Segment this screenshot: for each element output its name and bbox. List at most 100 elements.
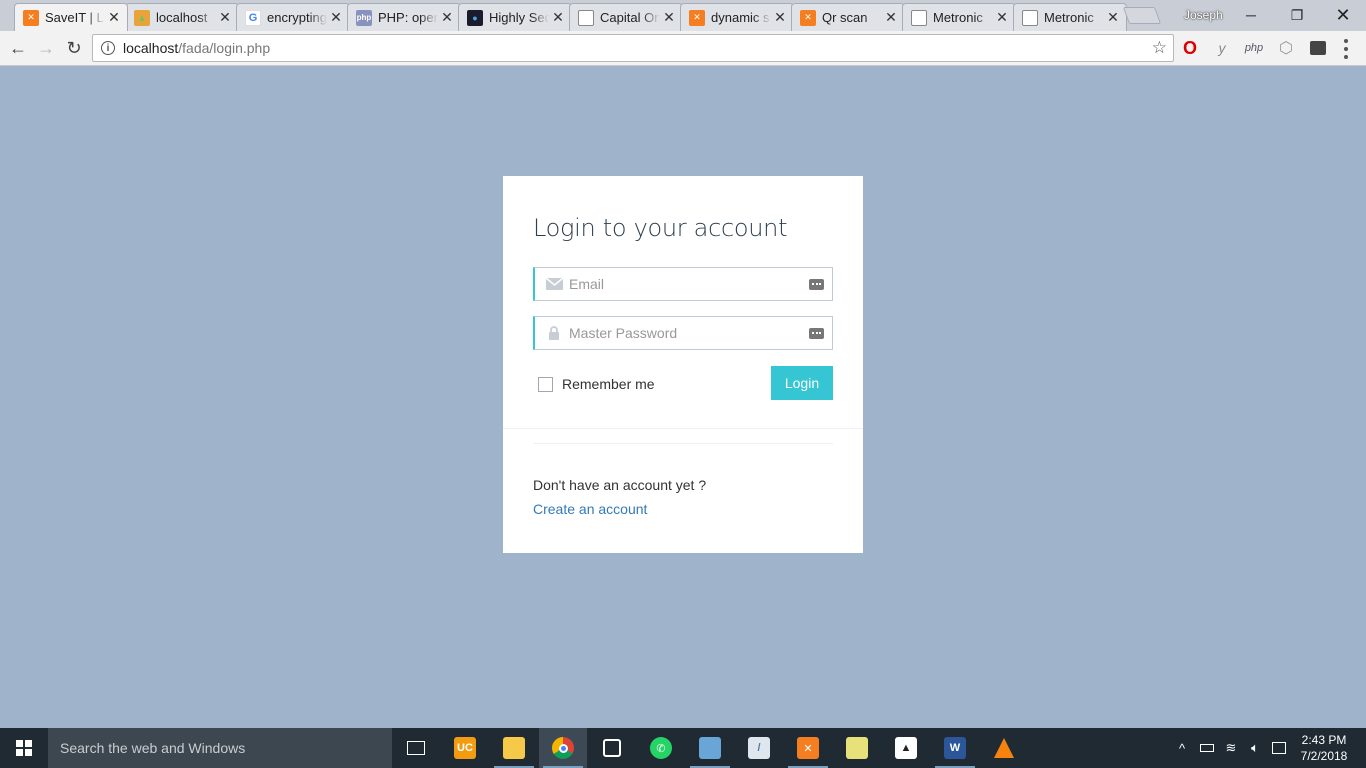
taskbar: Search the web and Windows UC ✆ / ✕ ▲ W … [0,728,1366,768]
close-tab-icon[interactable]: ✕ [440,9,454,26]
taskbar-search[interactable]: Search the web and Windows [48,728,392,768]
url-path: /fada/login.php [178,40,271,56]
dark-extension-icon[interactable] [1308,38,1328,58]
uc-browser-icon[interactable]: UC [441,728,489,768]
google-icon: G [245,9,261,26]
clock-time: 2:43 PM [1301,733,1347,747]
tab-highly-secure[interactable]: ● Highly Secure ✕ [458,3,572,31]
remember-me[interactable]: Remember me [538,376,655,392]
page-icon [578,9,594,26]
close-tab-icon[interactable]: ✕ [218,9,232,26]
password-manager-icon[interactable] [809,327,824,339]
task-view-icon[interactable] [392,728,440,768]
divider [503,428,863,429]
tab-title: Metronic [933,10,983,25]
xampp-icon: ✕ [23,9,39,26]
url-text[interactable]: localhost/fada/login.php [123,40,270,56]
chrome-menu-icon[interactable] [1342,39,1350,59]
file-explorer-icon[interactable] [490,728,538,768]
tab-title: dynamic s [711,10,770,25]
site-info-icon[interactable]: i [101,41,115,55]
sticky-notes-icon[interactable] [833,728,881,768]
close-tab-icon[interactable]: ✕ [329,9,343,26]
window-close-icon[interactable]: ✕ [1320,0,1366,30]
start-button[interactable] [0,728,48,768]
vlc-icon[interactable] [980,728,1028,768]
chrome-icon[interactable] [539,728,587,768]
close-tab-icon[interactable]: ✕ [884,9,898,26]
volume-icon[interactable]: 🔈︎ [1244,728,1266,768]
phpmyadmin-icon: ▲ [134,9,150,26]
close-tab-icon[interactable]: ✕ [773,9,787,26]
close-tab-icon[interactable]: ✕ [995,9,1009,26]
password-input[interactable] [563,318,809,348]
tab-title: localhost [156,10,208,25]
close-tab-icon[interactable]: ✕ [1106,9,1120,26]
no-account-text: Don't have an account yet ? [533,477,707,493]
tab-encrypting[interactable]: G encrypting ✕ [236,3,350,31]
php-extension-icon[interactable]: php [1244,38,1264,58]
tab-title: PHP: openssl [378,10,438,25]
dark-app-icon: ● [467,9,483,26]
tab-savelt-login[interactable]: ✕ SaveIT | Login ✕ [14,3,128,31]
password-field[interactable] [533,316,833,350]
back-arrow-icon[interactable]: ← [6,36,30,60]
new-tab-button[interactable] [1122,7,1162,24]
tab-qr-scan[interactable]: ✕ Qr scan ✕ [791,3,905,31]
bookmark-star-icon[interactable]: ☆ [1152,38,1167,58]
divider [533,443,833,444]
password-manager-icon[interactable] [809,278,824,290]
tab-title: Highly Secure [489,10,549,25]
page-icon [1022,9,1038,26]
reload-icon[interactable]: ↻ [62,36,86,60]
y-extension-icon[interactable]: y [1212,38,1232,58]
tab-capital-one[interactable]: Capital One ✕ [569,3,683,31]
tab-php-openssl[interactable]: php PHP: openssl ✕ [347,3,461,31]
address-bar[interactable]: i localhost/fada/login.php ☆ [92,34,1174,62]
store-icon[interactable] [588,728,636,768]
remember-checkbox[interactable] [538,376,553,392]
tab-title: Capital One [600,10,660,25]
tab-localhost[interactable]: ▲ localhost ✕ [125,3,239,31]
word-icon[interactable]: W [931,728,979,768]
tab-title: encrypting [267,10,327,25]
profile-name[interactable]: Joseph [1184,8,1223,22]
create-account-link[interactable]: Create an account [533,501,647,517]
tab-title: SaveIT | Login [45,10,105,25]
email-input[interactable] [563,269,809,299]
tab-title: Qr scan [822,10,868,25]
php-icon: php [356,9,372,26]
restore-icon[interactable]: ❐ [1274,0,1320,30]
close-tab-icon[interactable]: ✕ [107,9,121,26]
lock-icon [545,326,563,340]
opera-icon[interactable]: O [1180,38,1200,58]
login-button[interactable]: Login [771,366,833,400]
xampp-icon[interactable]: ✕ [784,728,832,768]
battery-icon[interactable] [1196,728,1218,768]
wifi-icon[interactable]: ≋ [1220,728,1242,768]
tab-metronic-2[interactable]: Metronic ✕ [1013,3,1127,31]
action-center-icon[interactable] [1268,728,1290,768]
sublime-icon[interactable]: / [735,728,783,768]
page-icon [911,9,927,26]
tab-metronic-1[interactable]: Metronic ✕ [902,3,1016,31]
remember-label: Remember me [562,376,655,392]
forward-arrow-icon[interactable]: → [34,36,58,60]
xampp-icon: ✕ [689,9,705,26]
minimize-icon[interactable]: ─ [1228,0,1274,30]
windows-logo-icon [16,740,32,756]
task-view-glyph [407,741,425,755]
clock-date: 7/2/2018 [1300,749,1348,763]
login-title: Login to your account [533,214,788,242]
close-tab-icon[interactable]: ✕ [551,9,565,26]
whatsapp-icon[interactable]: ✆ [637,728,685,768]
url-host: localhost [123,40,179,56]
tab-dynamic[interactable]: ✕ dynamic s ✕ [680,3,794,31]
shield-extension-icon[interactable]: ⬡ [1276,38,1296,58]
chevron-up-icon[interactable]: ^ [1172,728,1192,768]
system-clock[interactable]: 2:43 PM 7/2/2018 [1294,732,1354,764]
close-tab-icon[interactable]: ✕ [662,9,676,26]
email-field[interactable] [533,267,833,301]
photos-icon[interactable]: ▲ [882,728,930,768]
virtualbox-icon[interactable] [686,728,734,768]
